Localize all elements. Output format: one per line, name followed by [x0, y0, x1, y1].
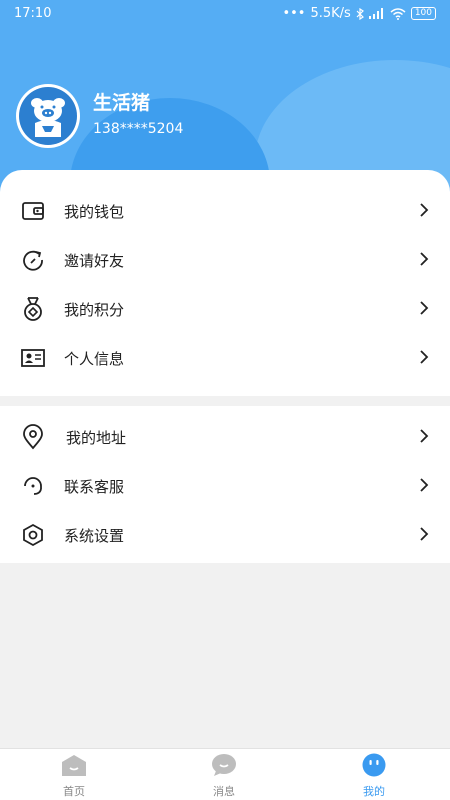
menu-card-primary: 我的钱包 邀请好友 我的积分 个人信息	[0, 170, 450, 396]
location-pin-icon	[23, 424, 43, 450]
menu-item-label: 联系客服	[64, 478, 125, 496]
pig-mascot-icon	[31, 98, 65, 137]
menu-item-label: 个人信息	[64, 350, 125, 368]
more-dots-icon: •••	[282, 6, 306, 21]
home-icon	[62, 755, 86, 776]
menu-item-address[interactable]: 我的地址	[0, 412, 450, 461]
bottom-navigation: 首页 消息 我的	[0, 748, 450, 800]
chevron-right-icon	[420, 252, 429, 266]
nav-tab-label: 消息	[213, 785, 235, 798]
id-card-icon	[21, 349, 45, 367]
chevron-right-icon	[420, 429, 429, 443]
avatar[interactable]	[16, 84, 80, 148]
nav-tab-profile[interactable]: 我的	[334, 753, 414, 799]
menu-item-invite[interactable]: 邀请好友	[0, 235, 450, 284]
status-time: 17:10	[14, 6, 52, 21]
chevron-right-icon	[420, 527, 429, 541]
wifi-icon	[390, 7, 406, 20]
menu-item-personal-info[interactable]: 个人信息	[0, 333, 450, 382]
bluetooth-icon	[356, 7, 364, 20]
menu-item-customer-service[interactable]: 联系客服	[0, 461, 450, 510]
nav-tab-label: 我的	[363, 785, 385, 798]
menu-item-label: 系统设置	[64, 527, 125, 545]
phone-number: 138****5204	[93, 121, 184, 137]
menu-item-wallet[interactable]: 我的钱包	[0, 186, 450, 235]
network-speed: 5.5K/s	[310, 6, 351, 21]
medal-icon	[24, 297, 42, 321]
menu-card-secondary: 我的地址 联系客服 系统设置	[0, 406, 450, 563]
menu-item-settings[interactable]: 系统设置	[0, 510, 450, 559]
chevron-right-icon	[420, 203, 429, 217]
menu-item-label: 邀请好友	[64, 252, 125, 270]
invite-icon	[23, 250, 43, 271]
menu-item-label: 我的积分	[64, 301, 125, 319]
chevron-right-icon	[420, 301, 429, 315]
message-icon	[212, 754, 236, 776]
chevron-right-icon	[420, 350, 429, 364]
nav-tab-messages[interactable]: 消息	[184, 753, 264, 799]
status-indicators: ••• 5.5K/s 100	[282, 6, 436, 21]
chevron-right-icon	[420, 478, 429, 492]
menu-item-label: 我的钱包	[64, 203, 125, 221]
wallet-icon	[22, 202, 44, 220]
menu-item-points[interactable]: 我的积分	[0, 284, 450, 333]
battery-indicator: 100	[410, 7, 436, 20]
menu-item-label: 我的地址	[66, 429, 127, 447]
nav-tab-label: 首页	[63, 785, 85, 798]
status-bar: 17:10 ••• 5.5K/s 100	[0, 0, 450, 28]
settings-hexagon-icon	[23, 523, 43, 547]
username: 生活猪	[93, 92, 151, 114]
nav-tab-home[interactable]: 首页	[34, 753, 114, 799]
profile-icon	[362, 753, 386, 777]
signal-icon	[368, 8, 383, 19]
headset-icon	[24, 477, 42, 495]
